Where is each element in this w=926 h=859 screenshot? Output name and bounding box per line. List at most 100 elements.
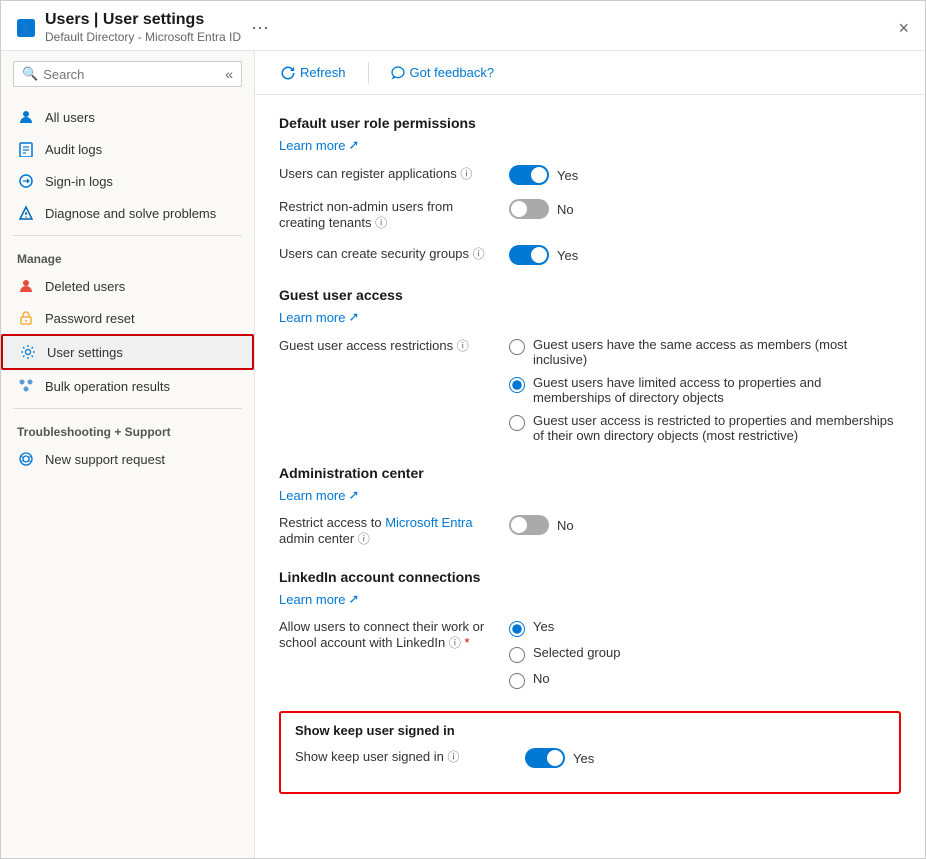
sidebar-item-audit-logs[interactable]: Audit logs bbox=[1, 133, 254, 165]
restrict-admin-center-toggle[interactable]: No bbox=[509, 515, 574, 535]
register-apps-toggle[interactable]: Yes bbox=[509, 165, 578, 185]
guest-restrictions-label: Guest user access restrictions ⓘ bbox=[279, 337, 499, 354]
guest-access-title: Guest user access bbox=[279, 287, 901, 303]
sidebar-item-bulk-operation[interactable]: Bulk operation results bbox=[1, 370, 254, 402]
window-title: Users | User settings bbox=[45, 11, 241, 29]
sidebar-item-deleted-users[interactable]: Deleted users bbox=[1, 270, 254, 302]
admin-center-section: Administration center Learn more ➚ Restr… bbox=[279, 465, 901, 547]
diagnose-icon bbox=[17, 204, 35, 222]
sidebar-label-bulk-operation: Bulk operation results bbox=[45, 379, 170, 394]
linkedin-radio-group[interactable] bbox=[509, 647, 525, 663]
guest-radio-2[interactable] bbox=[509, 377, 525, 393]
search-icon: 🔍 bbox=[22, 66, 38, 82]
guest-access-section: Guest user access Learn more ➚ Guest use… bbox=[279, 287, 901, 443]
audit-icon bbox=[17, 140, 35, 158]
default-permissions-section: Default user role permissions Learn more… bbox=[279, 115, 901, 265]
guest-option-1[interactable]: Guest users have the same access as memb… bbox=[509, 337, 901, 367]
svg-text:👤: 👤 bbox=[20, 22, 31, 33]
keep-signed-in-row: Show keep user signed in ⓘ Yes bbox=[295, 748, 885, 768]
security-groups-label: Users can create security groups ⓘ bbox=[279, 245, 499, 262]
refresh-icon bbox=[281, 66, 295, 80]
keep-signed-in-toggle[interactable]: Yes bbox=[525, 748, 594, 768]
restrict-tenants-label: Restrict non-admin users from creating t… bbox=[279, 199, 499, 231]
refresh-button[interactable]: Refresh bbox=[275, 61, 352, 84]
divider-troubleshoot bbox=[13, 408, 242, 409]
info-icon-4[interactable]: ⓘ bbox=[457, 339, 469, 353]
restrict-admin-center-label: Restrict access to Microsoft Entra admin… bbox=[279, 515, 499, 547]
password-icon bbox=[17, 309, 35, 327]
info-icon-1[interactable]: ⓘ bbox=[460, 167, 472, 181]
sidebar-label-sign-in-logs: Sign-in logs bbox=[45, 174, 113, 189]
linkedin-radio-no[interactable] bbox=[509, 673, 525, 689]
restrict-admin-center-row: Restrict access to Microsoft Entra admin… bbox=[279, 515, 901, 547]
linkedin-option-no-label: No bbox=[533, 671, 550, 686]
refresh-label: Refresh bbox=[300, 65, 346, 80]
external-link-icon-3: ➚ bbox=[348, 487, 359, 503]
external-link-icon-4: ➚ bbox=[348, 591, 359, 607]
linkedin-options: Yes Selected group No bbox=[509, 619, 620, 689]
guest-restrictions-row: Guest user access restrictions ⓘ Guest u… bbox=[279, 337, 901, 443]
signin-icon bbox=[17, 172, 35, 190]
keep-signed-in-section: Show keep user signed in Show keep user … bbox=[279, 711, 901, 794]
linkedin-option-group-label: Selected group bbox=[533, 645, 620, 660]
sidebar-label-deleted-users: Deleted users bbox=[45, 279, 125, 294]
sidebar-item-all-users[interactable]: All users bbox=[1, 101, 254, 133]
linkedin-option-yes[interactable]: Yes bbox=[509, 619, 620, 637]
close-button[interactable]: × bbox=[898, 19, 909, 37]
guest-option-2[interactable]: Guest users have limited access to prope… bbox=[509, 375, 901, 405]
troubleshoot-section-label: Troubleshooting + Support bbox=[1, 415, 254, 443]
info-icon-7[interactable]: ⓘ bbox=[447, 750, 459, 764]
deleted-icon bbox=[17, 277, 35, 295]
restrict-tenants-row: Restrict non-admin users from creating t… bbox=[279, 199, 901, 231]
linkedin-radio-yes[interactable] bbox=[509, 621, 525, 637]
default-permissions-learn-more[interactable]: Learn more ➚ bbox=[279, 137, 359, 153]
admin-center-learn-more[interactable]: Learn more ➚ bbox=[279, 487, 359, 503]
support-icon bbox=[17, 450, 35, 468]
sidebar-item-sign-in-logs[interactable]: Sign-in logs bbox=[1, 165, 254, 197]
toolbar-divider bbox=[368, 62, 369, 84]
sidebar-item-user-settings[interactable]: User settings bbox=[1, 334, 254, 370]
linkedin-section: LinkedIn account connections Learn more … bbox=[279, 569, 901, 689]
sidebar-label-support-request: New support request bbox=[45, 452, 165, 467]
guest-access-learn-more[interactable]: Learn more ➚ bbox=[279, 309, 359, 325]
sidebar-label-password-reset: Password reset bbox=[45, 311, 135, 326]
sidebar-item-password-reset[interactable]: Password reset bbox=[1, 302, 254, 334]
feedback-button[interactable]: Got feedback? bbox=[385, 61, 501, 84]
info-icon-5[interactable]: ⓘ bbox=[358, 532, 370, 546]
restrict-tenants-toggle[interactable]: No bbox=[509, 199, 574, 219]
window-subtitle: Default Directory - Microsoft Entra ID bbox=[45, 30, 241, 44]
external-link-icon-2: ➚ bbox=[348, 309, 359, 325]
security-groups-value: Yes bbox=[557, 248, 578, 263]
sidebar-item-support-request[interactable]: New support request bbox=[1, 443, 254, 475]
search-input[interactable] bbox=[43, 67, 183, 82]
app-icon: 👤 bbox=[17, 19, 35, 37]
sidebar-label-user-settings: User settings bbox=[47, 345, 123, 360]
guest-option-1-label: Guest users have the same access as memb… bbox=[533, 337, 901, 367]
guest-radio-3[interactable] bbox=[509, 415, 525, 431]
keep-signed-in-value: Yes bbox=[573, 751, 594, 766]
settings-icon bbox=[19, 343, 37, 361]
info-icon-6[interactable]: ⓘ bbox=[449, 636, 461, 650]
linkedin-option-yes-label: Yes bbox=[533, 619, 554, 634]
linkedin-learn-more[interactable]: Learn more ➚ bbox=[279, 591, 359, 607]
security-groups-toggle[interactable]: Yes bbox=[509, 245, 578, 265]
guest-option-3[interactable]: Guest user access is restricted to prope… bbox=[509, 413, 901, 443]
sidebar-item-diagnose[interactable]: Diagnose and solve problems bbox=[1, 197, 254, 229]
security-groups-row: Users can create security groups ⓘ Yes bbox=[279, 245, 901, 265]
guest-restrictions-options: Guest users have the same access as memb… bbox=[509, 337, 901, 443]
guest-radio-1[interactable] bbox=[509, 339, 525, 355]
linkedin-row: Allow users to connect their work or sch… bbox=[279, 619, 901, 689]
collapse-button[interactable]: « bbox=[225, 66, 233, 82]
info-icon-3[interactable]: ⓘ bbox=[473, 247, 485, 261]
feedback-icon bbox=[391, 66, 405, 80]
more-options-icon[interactable]: ··· bbox=[251, 17, 269, 38]
linkedin-option-no[interactable]: No bbox=[509, 671, 620, 689]
default-permissions-title: Default user role permissions bbox=[279, 115, 901, 131]
bulk-icon bbox=[17, 377, 35, 395]
restrict-admin-center-value: No bbox=[557, 518, 574, 533]
linkedin-option-group[interactable]: Selected group bbox=[509, 645, 620, 663]
info-icon-2[interactable]: ⓘ bbox=[375, 216, 387, 230]
sidebar-label-audit-logs: Audit logs bbox=[45, 142, 102, 157]
user-icon bbox=[17, 108, 35, 126]
linkedin-title: LinkedIn account connections bbox=[279, 569, 901, 585]
